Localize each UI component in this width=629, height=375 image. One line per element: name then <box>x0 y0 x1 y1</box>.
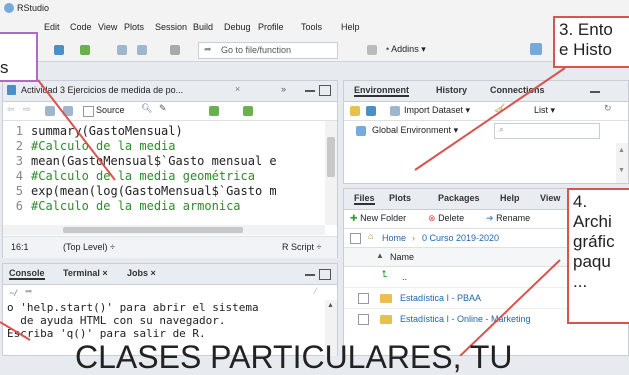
annotation-box-left: s <box>0 32 38 82</box>
arrow-to-editor <box>37 79 116 181</box>
annotation-box-4: 4. Archi gráfic paqu ... <box>567 188 629 324</box>
arrow-to-environment <box>414 67 566 171</box>
arrow-to-console <box>0 321 31 341</box>
annotation-arrows <box>0 67 566 356</box>
overlay-caption: CLASES PARTICULARES, TU <box>75 339 513 375</box>
annotation-box-3: 3. Ento e Histo <box>553 16 629 68</box>
